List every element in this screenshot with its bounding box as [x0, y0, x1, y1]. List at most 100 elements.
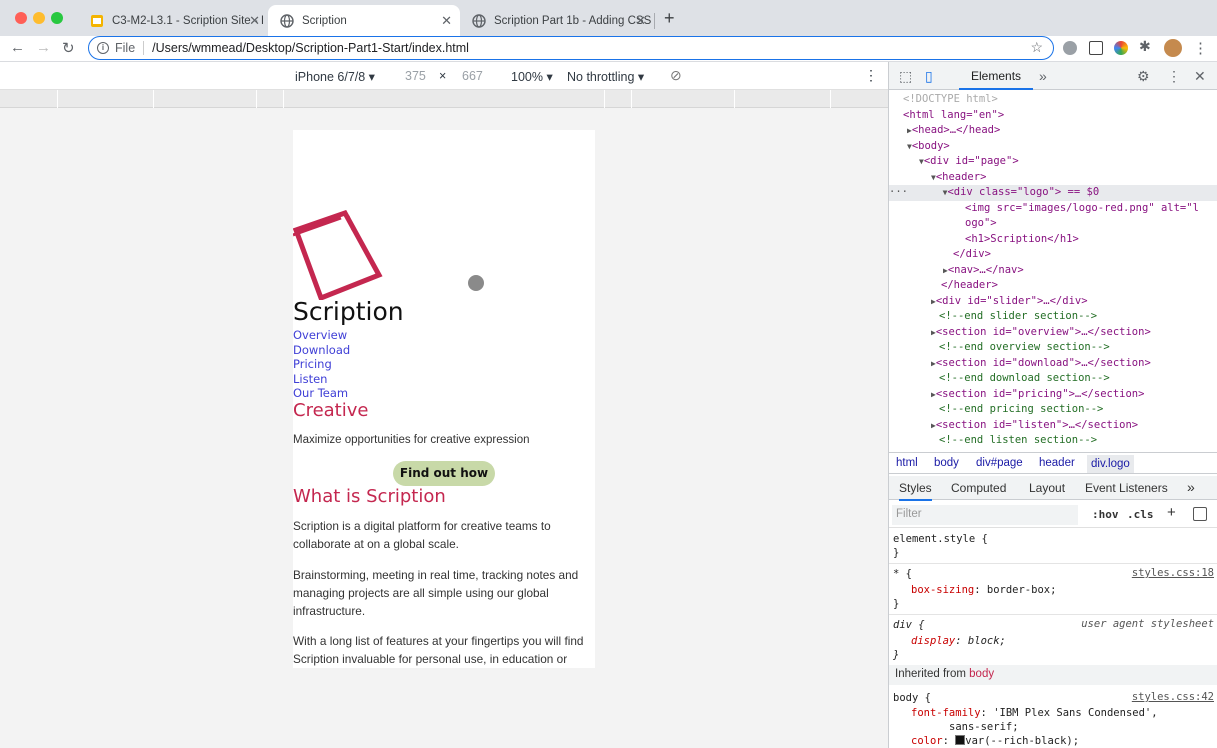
tab-event-listeners[interactable]: Event Listeners	[1085, 481, 1168, 495]
device-select[interactable]: iPhone 6/7/8 ▾	[295, 69, 375, 84]
dom-html[interactable]: <html lang="en">	[903, 108, 1004, 124]
height-field[interactable]: 667	[462, 69, 483, 83]
style-source-link[interactable]: styles.css:18	[1132, 567, 1214, 579]
notion-icon[interactable]	[1089, 41, 1103, 55]
dom-img-wrap: ogo">	[965, 217, 997, 229]
tab-layout[interactable]: Layout	[1029, 481, 1065, 495]
tab-scription[interactable]: Scription ✕	[268, 5, 460, 36]
inherited-label: Inherited from	[895, 668, 966, 680]
tab-computed[interactable]: Computed	[951, 481, 1006, 495]
dom-comment[interactable]: <!--end download section-->	[939, 371, 1110, 387]
element-style-rule[interactable]: element.style {	[893, 532, 988, 546]
close-tab-icon[interactable]: ✕	[249, 13, 260, 29]
new-tab-button[interactable]: +	[664, 8, 675, 29]
reload-icon[interactable]: ↻	[62, 39, 75, 57]
dom-header-close[interactable]: </header>	[941, 278, 998, 294]
style-source-link[interactable]: styles.css:42	[1132, 691, 1214, 703]
star-selector[interactable]: * {	[893, 567, 912, 581]
box-sizing-decl[interactable]: box-sizing: border-box;	[911, 583, 1056, 597]
menu-dots-icon[interactable]: ⋮	[1193, 39, 1208, 57]
dom-listen[interactable]: ▶<section id="listen">…</section>	[931, 418, 1138, 434]
tab-styles[interactable]: Styles	[899, 481, 932, 501]
url-text[interactable]: /Users/wmmead/Desktop/Scription-Part1-St…	[152, 41, 469, 55]
media-query-bar[interactable]	[0, 90, 888, 108]
dom-div-close[interactable]: </div>	[953, 247, 991, 263]
more-options-icon[interactable]: ⋮	[864, 67, 878, 84]
hov-toggle[interactable]: :hov	[1092, 508, 1119, 521]
color-extension-icon[interactable]	[1114, 41, 1128, 55]
dom-pricing[interactable]: ▶<section id="pricing">…</section>	[931, 387, 1144, 403]
bookmark-star-icon[interactable]: ☆	[1030, 39, 1043, 56]
extension-icon[interactable]	[1063, 41, 1077, 55]
dom-overview[interactable]: ▶<section id="overview">…</section>	[931, 325, 1151, 341]
dom-comment[interactable]: <!--end listen section-->	[939, 433, 1097, 449]
dom-doctype[interactable]: <!DOCTYPE html>	[903, 92, 998, 108]
settings-gear-icon[interactable]: ⚙	[1137, 68, 1150, 85]
dom-header[interactable]: ▼<header>	[931, 170, 986, 186]
crumb-div-logo[interactable]: div.logo	[1087, 455, 1134, 473]
crumb-html[interactable]: html	[896, 457, 918, 469]
zoom-select[interactable]: 100% ▾	[511, 69, 553, 84]
minimize-window-button[interactable]	[33, 12, 45, 24]
dom-body[interactable]: ▼<body>	[907, 139, 950, 155]
nav-link-download[interactable]: Download	[293, 343, 350, 358]
dom-slider[interactable]: ▶<div id="slider">…</div>	[931, 294, 1088, 310]
devtools-menu-icon[interactable]: ⋮	[1167, 68, 1181, 85]
nav-link-listen[interactable]: Listen	[293, 372, 350, 387]
maximize-window-button[interactable]	[51, 12, 63, 24]
color-swatch[interactable]	[955, 735, 966, 745]
div-selector[interactable]: div {	[893, 618, 925, 632]
tab-c3-m2[interactable]: C3-M2-L3.1 - Scription Site - I ✕	[78, 5, 268, 36]
nav-link-overview[interactable]: Overview	[293, 328, 350, 343]
throttle-select[interactable]: No throttling ▾	[567, 69, 644, 84]
nav-link-our-team[interactable]: Our Team	[293, 386, 350, 401]
cls-toggle[interactable]: .cls	[1127, 508, 1154, 521]
dom-h1[interactable]: <h1>Scription</h1>	[965, 232, 1079, 248]
body-selector[interactable]: body {	[893, 691, 931, 705]
dom-img[interactable]: <img src="images/logo-red.png" alt="l	[965, 201, 1199, 217]
dom-download[interactable]: ▶<section id="download">…</section>	[931, 356, 1151, 372]
crumb-body[interactable]: body	[934, 457, 959, 469]
close-tab-icon[interactable]: ✕	[441, 13, 452, 29]
address-bar[interactable]: i File /Users/wmmead/Desktop/Scription-P…	[88, 36, 1054, 60]
color-decl[interactable]: color: var(--rich-black);	[911, 734, 1079, 748]
close-devtools-icon[interactable]: ✕	[1194, 68, 1206, 85]
dom-head[interactable]: ▶<head>…</head>	[907, 123, 1000, 139]
rotate-icon[interactable]: ⊘	[670, 67, 682, 84]
tab-scription-part-1b[interactable]: Scription Part 1b - Adding CSS ✕	[460, 5, 654, 36]
font-family-decl[interactable]: font-family: 'IBM Plex Sans Condensed',	[911, 706, 1158, 720]
find-out-how-button[interactable]: Find out how	[393, 461, 495, 486]
paragraph: Brainstorming, meeting in real time, tra…	[293, 568, 579, 618]
dom-tree[interactable]: <!DOCTYPE html> <html lang="en"> ▶<head>…	[889, 90, 1217, 452]
back-arrow-icon[interactable]: ←	[10, 39, 25, 56]
new-rule-icon[interactable]: +	[1167, 504, 1176, 521]
tab-elements[interactable]: Elements	[959, 62, 1034, 90]
close-tab-icon[interactable]: ✕	[635, 13, 646, 29]
device-toggle-icon[interactable]: ▯	[925, 68, 933, 85]
nav-link-pricing[interactable]: Pricing	[293, 357, 350, 372]
puzzle-icon[interactable]: ✱	[1139, 38, 1151, 55]
filter-input[interactable]: Filter	[892, 505, 1078, 525]
dom-logo-div-selected[interactable]: ··· ▼<div class="logo"> == $0	[889, 185, 1217, 201]
styles-pane[interactable]: element.style { } * { styles.css:18 box-…	[889, 528, 1217, 748]
dom-comment[interactable]: <!--end pricing section-->	[939, 402, 1103, 418]
site-title: Scription	[293, 297, 404, 326]
crumb-div-page[interactable]: div#page	[976, 457, 1023, 469]
dom-nav[interactable]: ▶<nav>…</nav>	[943, 263, 1024, 279]
sidebar-toggle-icon[interactable]	[1193, 507, 1207, 521]
emulated-page[interactable]: Scription Overview Download Pricing List…	[293, 130, 595, 668]
forward-arrow-icon[interactable]: →	[36, 39, 51, 56]
avatar[interactable]	[1164, 39, 1182, 57]
more-subtabs-icon[interactable]: »	[1187, 479, 1195, 495]
inherited-element-link[interactable]: body	[969, 668, 994, 680]
width-field[interactable]: 375	[405, 69, 426, 83]
crumb-header[interactable]: header	[1039, 457, 1075, 469]
inspect-element-icon[interactable]: ⬚	[899, 68, 912, 85]
more-tabs-icon[interactable]: »	[1039, 68, 1047, 84]
dom-comment[interactable]: <!--end slider section-->	[939, 309, 1097, 325]
close-window-button[interactable]	[15, 12, 27, 24]
dom-comment[interactable]: <!--end overview section-->	[939, 340, 1110, 356]
info-icon[interactable]: i	[97, 42, 109, 54]
dom-page-div[interactable]: ▼<div id="page">	[919, 154, 1019, 170]
dom-head-text: <head>…</head>	[911, 124, 1001, 136]
